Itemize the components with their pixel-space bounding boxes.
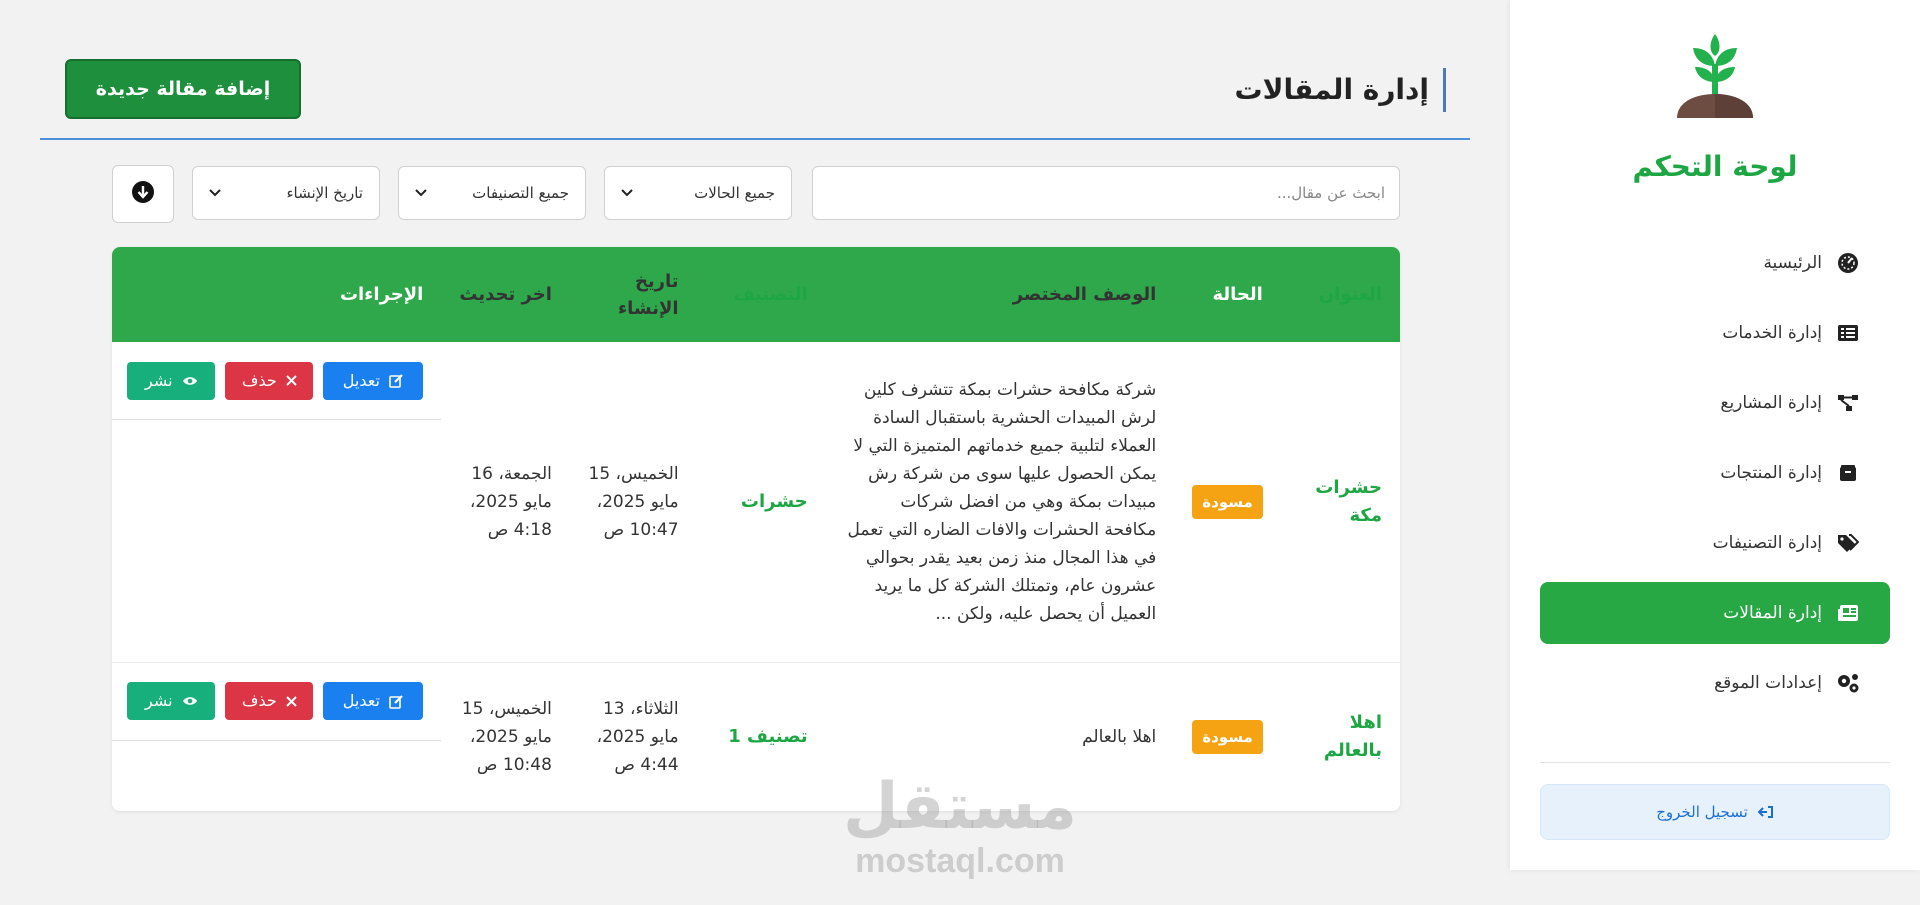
sort-direction-button[interactable]: [112, 165, 174, 223]
eye-icon: [182, 695, 198, 707]
sidebar-item-label: إدارة التصنيفات: [1712, 533, 1822, 553]
list-icon: [1836, 321, 1860, 345]
delete-button[interactable]: حذف: [225, 682, 314, 720]
delete-button[interactable]: حذف: [225, 361, 314, 400]
project-diagram-icon: [1836, 391, 1860, 415]
column-header-category[interactable]: التصنيف: [697, 247, 826, 342]
sidebar-divider: [1540, 762, 1890, 763]
article-updated-date: الخميس، 15 مايو 2025، 10:48 ص: [441, 662, 570, 811]
sidebar-item-articles[interactable]: إدارة المقالات: [1540, 582, 1890, 644]
article-created-date: الثلاثاء، 13 مايو 2025، 4:44 ص: [569, 662, 697, 811]
sidebar-item-home[interactable]: الرئيسية: [1540, 232, 1890, 294]
article-title[interactable]: اهلا بالعالم: [1280, 662, 1400, 811]
edit-button[interactable]: تعديل: [323, 682, 424, 720]
status-cell: مسودة: [1174, 342, 1281, 663]
box-icon: [1836, 461, 1860, 485]
sidebar-item-label: إدارة المقالات: [1723, 603, 1822, 623]
logout-button[interactable]: تسجيل الخروج: [1540, 784, 1890, 840]
watermark-latin: mostaql.com: [855, 842, 1065, 880]
sidebar-item-settings[interactable]: إعدادات الموقع: [1540, 652, 1890, 714]
publish-button[interactable]: نشر: [127, 682, 216, 720]
article-updated-date: الجمعة، 16 مايو 2025، 4:18 ص: [441, 342, 570, 663]
edit-icon: [389, 373, 404, 388]
sidebar-item-services[interactable]: إدارة الخدمات: [1540, 302, 1890, 364]
arrow-circle-down-icon: [131, 180, 155, 208]
sign-out-icon: [1757, 805, 1774, 819]
publish-button[interactable]: نشر: [127, 361, 216, 400]
article-description: شركة مكافحة حشرات بمكة تتشرف كلين لرش ال…: [825, 342, 1175, 663]
sort-by-value: تاريخ الإنشاء: [286, 184, 363, 202]
page-title: إدارة المقالات: [1235, 68, 1446, 112]
status-filter-value: جميع الحالات: [694, 184, 775, 202]
category-filter-select[interactable]: جميع التصنيفات: [398, 166, 586, 220]
category-filter-value: جميع التصنيفات: [472, 184, 569, 202]
add-article-button[interactable]: إضافة مقالة جديدة: [65, 59, 301, 119]
status-badge: مسودة: [1192, 484, 1263, 519]
delete-label: حذف: [241, 691, 277, 710]
sidebar-item-products[interactable]: إدارة المنتجات: [1540, 442, 1890, 504]
status-filter-select[interactable]: جميع الحالات: [604, 166, 792, 220]
table-row: حشرات مكة مسودة شركة مكافحة حشرات بمكة ت…: [112, 342, 1400, 663]
sidebar-item-label: الرئيسية: [1763, 253, 1822, 273]
eye-icon: [182, 375, 198, 387]
table-header-row: العنوان الحالة الوصف المختصر التصنيف تار…: [112, 247, 1400, 342]
edit-button[interactable]: تعديل: [323, 361, 424, 400]
column-header-created[interactable]: تاريخ الإنشاء: [570, 247, 697, 342]
close-icon: [286, 695, 297, 707]
sidebar-item-projects[interactable]: إدارة المشاريع: [1540, 372, 1890, 434]
row-actions: تعديل حذف نشر: [112, 342, 442, 420]
gears-icon: [1836, 671, 1860, 695]
actions-cell: تعديل حذف نشر: [112, 662, 442, 811]
status-badge: مسودة: [1192, 719, 1263, 754]
tags-icon: [1836, 531, 1860, 555]
newspaper-icon: [1836, 601, 1860, 625]
dashboard-gauge-icon: [1836, 251, 1860, 275]
article-category: حشرات: [696, 342, 826, 663]
sidebar-item-label: إدارة الخدمات: [1722, 323, 1822, 343]
chevron-down-icon: [621, 189, 633, 197]
column-header-title[interactable]: العنوان: [1281, 247, 1400, 342]
publish-label: نشر: [145, 370, 173, 390]
row-actions: تعديل حذف نشر: [112, 663, 442, 741]
article-created-date: الخميس، 15 مايو 2025، 10:47 ص: [569, 342, 697, 663]
edit-label: تعديل: [342, 370, 380, 390]
article-description: اهلا بالعالم: [825, 662, 1175, 811]
sidebar-item-categories[interactable]: إدارة التصنيفات: [1540, 512, 1890, 574]
column-header-status[interactable]: الحالة: [1174, 247, 1281, 342]
dashboard-brand-title: لوحة التحكم: [1632, 150, 1798, 183]
edit-label: تعديل: [342, 691, 380, 710]
article-category: تصنيف 1: [696, 662, 826, 811]
sidebar-item-label: إدارة المنتجات: [1720, 463, 1822, 483]
column-header-updated[interactable]: اخر تحديث: [441, 247, 570, 342]
chevron-down-icon: [415, 189, 427, 197]
filters-bar: جميع الحالات جميع التصنيفات تاريخ الإنشا…: [112, 165, 1400, 225]
sidebar: لوحة التحكم الرئيسية إدارة الخدمات إدارة…: [1510, 0, 1920, 870]
edit-icon: [389, 694, 404, 709]
publish-label: نشر: [145, 691, 173, 710]
page-header: إدارة المقالات إضافة مقالة جديدة: [40, 58, 1470, 140]
delete-label: حذف: [241, 370, 277, 390]
article-title[interactable]: حشرات مكة: [1280, 342, 1400, 663]
chevron-down-icon: [209, 189, 221, 197]
sidebar-nav: الرئيسية إدارة الخدمات إدارة المشاريع إد…: [1540, 232, 1890, 722]
table-row: اهلا بالعالم مسودة اهلا بالعالم تصنيف 1 …: [112, 662, 1400, 811]
articles-table: العنوان الحالة الوصف المختصر التصنيف تار…: [112, 247, 1400, 811]
sort-by-select[interactable]: تاريخ الإنشاء: [192, 166, 380, 220]
status-cell: مسودة: [1174, 662, 1281, 811]
column-header-actions: الإجراءات: [339, 284, 424, 305]
column-header-description[interactable]: الوصف المختصر: [826, 247, 1175, 342]
close-icon: [286, 375, 297, 386]
sidebar-item-label: إدارة المشاريع: [1720, 393, 1822, 413]
plant-logo-icon: [1665, 22, 1765, 122]
search-input[interactable]: [812, 166, 1400, 220]
sidebar-item-label: إعدادات الموقع: [1714, 673, 1822, 693]
logout-label: تسجيل الخروج: [1656, 803, 1748, 821]
actions-cell: تعديل حذف نشر: [112, 342, 442, 663]
